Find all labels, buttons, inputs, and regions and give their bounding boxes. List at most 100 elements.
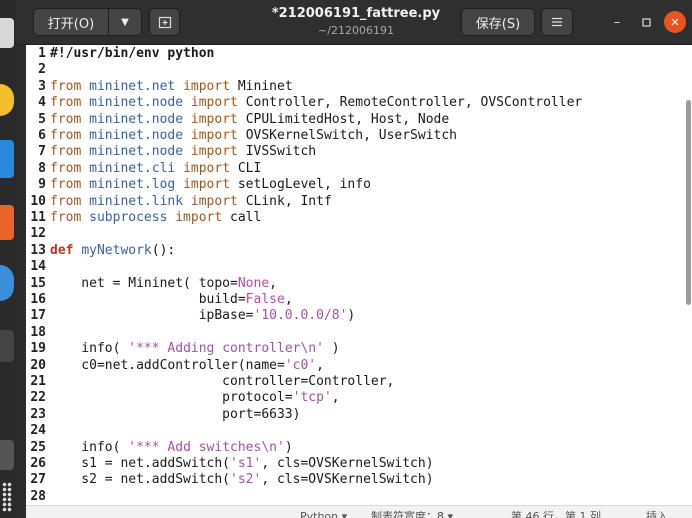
- code-line[interactable]: 25 info( '*** Add switches\n'): [26, 439, 293, 456]
- maximize-button[interactable]: [635, 11, 657, 33]
- line-number: 5: [38, 111, 46, 127]
- code-token: mininet.node: [89, 95, 191, 111]
- code-token: from: [50, 160, 90, 176]
- code-token: from: [50, 210, 90, 225]
- line-number: 16: [30, 292, 46, 307]
- line-code: net = Mininet( topo=None,: [46, 276, 277, 292]
- chevron-down-icon: ▼: [121, 16, 129, 28]
- line-code: c0=net.addController(name='c0',: [46, 358, 324, 374]
- code-token: from: [50, 111, 90, 127]
- code-line[interactable]: 11 from subprocess import call: [26, 210, 261, 226]
- code-token: import: [190, 95, 246, 111]
- dock-terminal-icon[interactable]: [0, 330, 14, 362]
- hamburger-menu-button[interactable]: [541, 8, 573, 36]
- code-token: from: [50, 193, 90, 209]
- code-line[interactable]: 7 from mininet.node import IVSSwitch: [26, 144, 316, 160]
- code-line[interactable]: 15 net = Mininet( topo=None,: [26, 276, 277, 292]
- vertical-scrollbar[interactable]: [686, 100, 691, 305]
- code-token: import: [175, 210, 231, 225]
- code-token: , cls=OVSKernelSwitch): [261, 472, 434, 488]
- code-line[interactable]: 16 build=False,: [26, 292, 293, 308]
- new-document-button[interactable]: [149, 8, 180, 36]
- line-number: 25: [30, 439, 46, 455]
- code-line[interactable]: 14: [26, 259, 50, 275]
- line-number: 4: [38, 95, 46, 111]
- code-token: ,: [284, 292, 293, 307]
- window-subtitle: ~/212006191: [318, 24, 394, 37]
- code-token: protocol=: [50, 390, 293, 406]
- line-code: controller=Controller,: [46, 374, 394, 390]
- code-line[interactable]: 6 from mininet.node import OVSKernelSwitc…: [26, 128, 457, 144]
- code-token: import: [183, 160, 238, 176]
- code-token: controller=Controller,: [50, 374, 395, 389]
- line-number: 10: [30, 193, 46, 209]
- line-number: 22: [30, 390, 46, 406]
- line-code: from mininet.node import Controller, Rem…: [46, 95, 582, 111]
- code-token: import: [190, 193, 246, 209]
- dock-writer-icon[interactable]: [0, 140, 14, 178]
- code-token: mininet.node: [89, 111, 191, 127]
- close-button[interactable]: ✕: [664, 11, 686, 33]
- code-token: ): [284, 439, 293, 455]
- code-line[interactable]: 12: [26, 226, 50, 242]
- line-code: from mininet.log import setLogLevel, inf…: [46, 177, 371, 193]
- minimize-icon: –: [613, 14, 621, 30]
- code-token: s2 = net.addSwitch(: [50, 472, 231, 488]
- code-line[interactable]: 21 controller=Controller,: [26, 374, 394, 390]
- dock-rhythmbox-icon[interactable]: [0, 84, 14, 116]
- code-token: 'c0': [284, 357, 317, 373]
- dock-trash-icon[interactable]: [0, 440, 14, 470]
- code-line[interactable]: 5 from mininet.node import CPULimitedHost…: [26, 112, 449, 128]
- show-apps-icon[interactable]: [2, 482, 12, 512]
- code-line[interactable]: 22 protocol='tcp',: [26, 390, 339, 406]
- code-line[interactable]: 27 s2 = net.addSwitch('s2', cls=OVSKerne…: [26, 472, 434, 488]
- code-line[interactable]: 10 from mininet.link import CLink, Intf: [26, 193, 331, 210]
- code-token: port=6633): [50, 406, 301, 422]
- code-token: ): [323, 341, 340, 357]
- code-line[interactable]: 4 from mininet.node import Controller, Re…: [26, 95, 582, 111]
- new-document-icon: [158, 16, 171, 29]
- tab-width-selector[interactable]: 制表符宽度：8 ▾: [371, 507, 453, 518]
- line-code: from mininet.node import IVSSwitch: [46, 144, 316, 160]
- code-line[interactable]: 17 ipBase='10.0.0.0/8'): [26, 308, 355, 324]
- line-number: 20: [30, 357, 46, 373]
- code-line[interactable]: 2: [26, 62, 50, 78]
- code-line[interactable]: 9 from mininet.log import setLogLevel, in…: [26, 177, 371, 193]
- cursor-position[interactable]: 第 46 行，第 1 列: [511, 507, 601, 518]
- code-line[interactable]: 23 port=6633): [26, 407, 300, 423]
- code-token: ():: [151, 242, 176, 258]
- line-code: from subprocess import call: [46, 210, 261, 226]
- insert-mode[interactable]: 插入: [646, 507, 668, 518]
- line-code: #!/usr/bin/env python: [46, 46, 214, 62]
- dock-app-icon[interactable]: [0, 18, 14, 48]
- code-token: CPULimitedHost, Host, Node: [245, 111, 450, 127]
- code-token: myNetwork: [81, 242, 152, 258]
- line-number: 23: [30, 406, 46, 422]
- dock-help-icon[interactable]: [0, 265, 14, 301]
- code-token: None: [237, 275, 270, 291]
- code-token: CLI: [237, 160, 262, 176]
- code-line[interactable]: 19 info( '*** Adding controller\n' ): [26, 341, 340, 357]
- code-token: , cls=OVSKernelSwitch): [261, 456, 434, 471]
- code-line[interactable]: 24: [26, 423, 50, 439]
- line-number: 19: [30, 341, 46, 357]
- open-button[interactable]: 打开(O): [33, 8, 109, 36]
- language-selector[interactable]: Python ▾: [300, 507, 347, 518]
- save-button[interactable]: 保存(S): [461, 8, 535, 36]
- code-editor[interactable]: 1 #!/usr/bin/env python 2 3 from mininet.net…: [26, 45, 692, 505]
- dock-software-icon[interactable]: [0, 205, 14, 240]
- minimize-button[interactable]: –: [606, 11, 628, 33]
- line-number: 15: [30, 275, 46, 291]
- code-line[interactable]: 3 from mininet.net import Mininet: [26, 78, 292, 95]
- code-line[interactable]: 1 #!/usr/bin/env python: [26, 46, 214, 62]
- open-menu-button[interactable]: ▼: [109, 8, 142, 36]
- code-token: mininet.net: [89, 78, 184, 94]
- code-line[interactable]: 20 c0=net.addController(name='c0',: [26, 358, 324, 374]
- code-line[interactable]: 8 from mininet.cli import CLI: [26, 161, 261, 177]
- code-line[interactable]: 18: [26, 325, 50, 341]
- header-bar: 打开(O) ▼ *212006191_fattree.py ~/21200619…: [16, 0, 692, 45]
- code-line[interactable]: 28: [26, 489, 50, 505]
- code-line[interactable]: 26 s1 = net.addSwitch('s1', cls=OVSKerne…: [26, 456, 434, 472]
- code-token: s1 = net.addSwitch(: [50, 456, 231, 471]
- code-line[interactable]: 13 def myNetwork():: [26, 243, 175, 259]
